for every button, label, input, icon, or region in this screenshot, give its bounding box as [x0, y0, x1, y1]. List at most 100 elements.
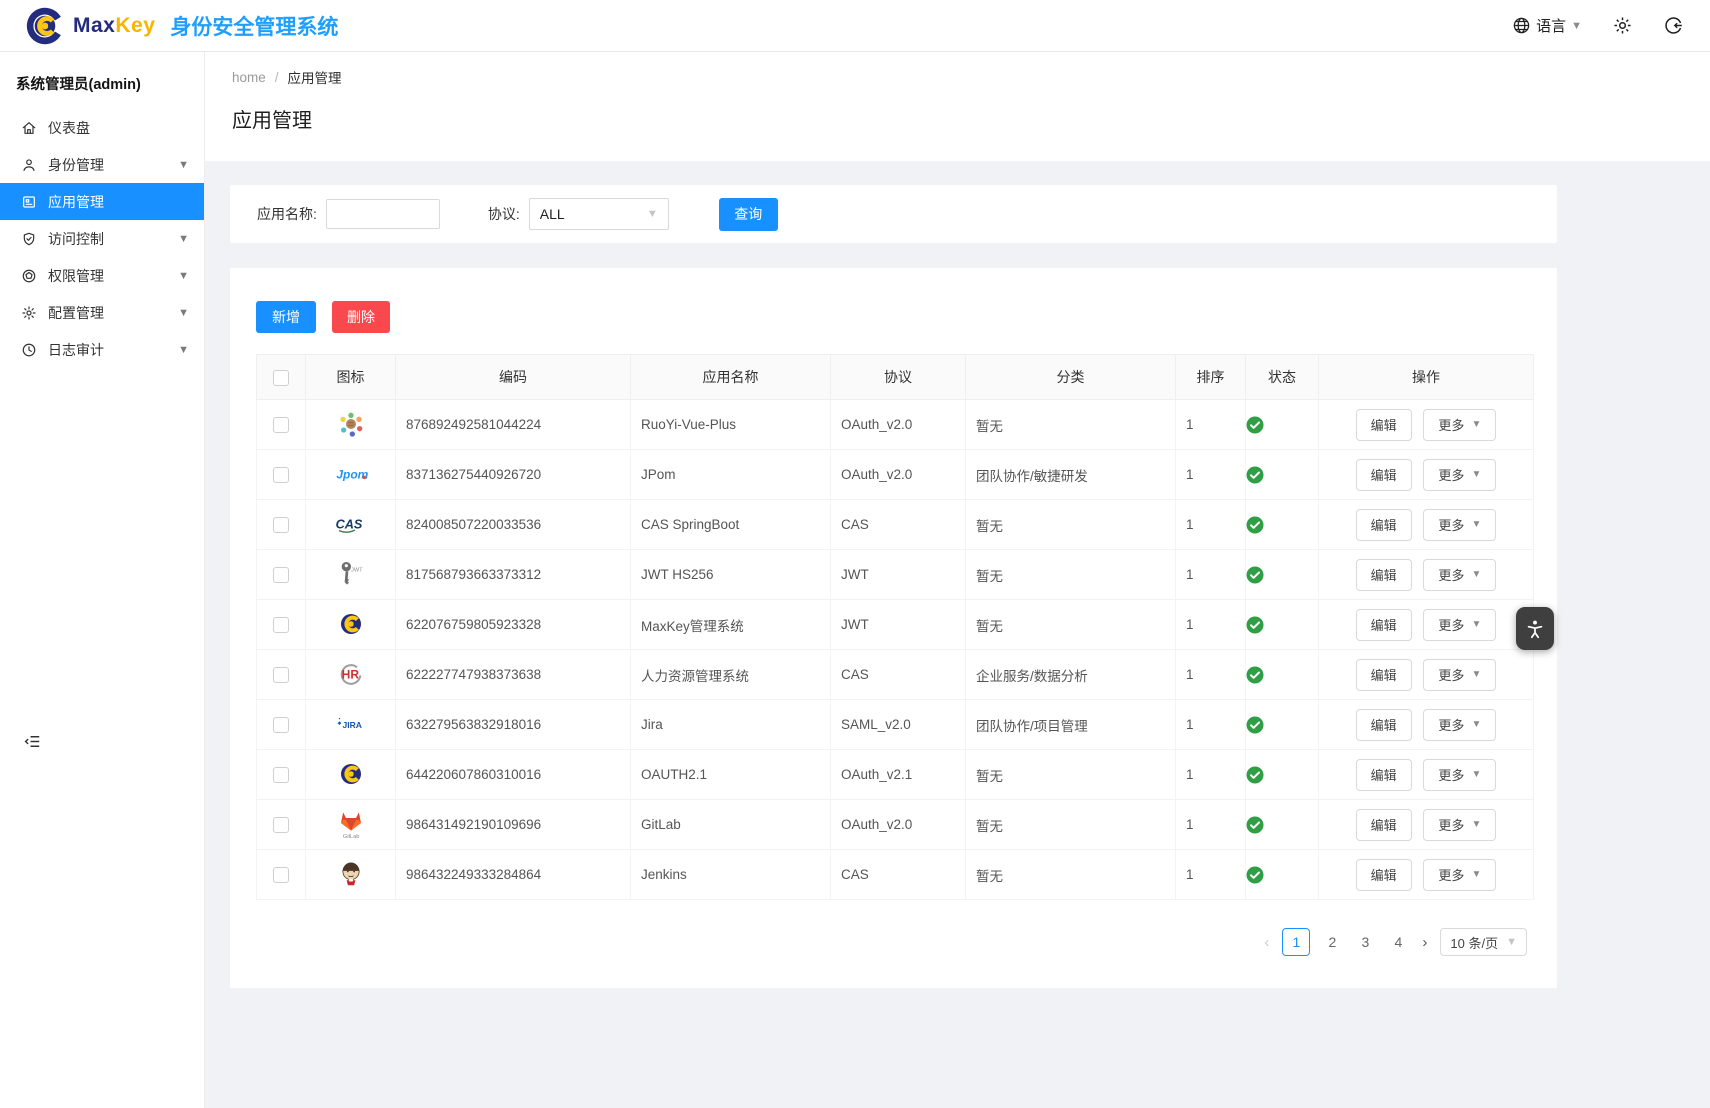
column-header: 排序	[1176, 355, 1246, 400]
app-sort: 1	[1176, 450, 1246, 500]
breadcrumb-home[interactable]: home	[232, 70, 266, 85]
app-protocol: OAuth_v2.0	[831, 800, 966, 850]
page-button-3[interactable]: 3	[1354, 928, 1376, 956]
select-all-cell	[257, 355, 306, 400]
chevron-right-icon[interactable]: ›	[1420, 934, 1429, 951]
row-checkbox[interactable]	[273, 617, 289, 633]
chevron-down-icon: ▼	[1471, 619, 1481, 630]
edit-button[interactable]: 编辑	[1356, 509, 1412, 541]
maxkey-icon	[334, 756, 368, 792]
accessibility-widget[interactable]	[1516, 607, 1554, 650]
app-protocol: JWT	[831, 550, 966, 600]
menu-fold-icon[interactable]	[23, 732, 42, 751]
chevron-left-icon[interactable]: ‹	[1262, 934, 1271, 951]
edit-button[interactable]: 编辑	[1356, 809, 1412, 841]
row-checkbox[interactable]	[273, 717, 289, 733]
table-row: JIRA 632279563832918016 Jira SAML_v2.0 团…	[257, 700, 1534, 750]
edit-button[interactable]: 编辑	[1356, 609, 1412, 641]
more-button[interactable]: 更多▼	[1423, 759, 1496, 791]
sidebar-item-apps[interactable]: 应用管理	[0, 183, 204, 220]
settings-button[interactable]	[1612, 15, 1633, 36]
search-panel: 应用名称: 协议: ALL ▼ 查询	[230, 185, 1557, 243]
clock-icon	[21, 342, 37, 358]
edit-button[interactable]: 编辑	[1356, 859, 1412, 891]
app-sort: 1	[1176, 750, 1246, 800]
sidebar-item-dashboard[interactable]: 仪表盘	[0, 109, 204, 146]
app-protocol: OAuth_v2.0	[831, 450, 966, 500]
app-name-input[interactable]	[326, 199, 440, 229]
row-checkbox[interactable]	[273, 767, 289, 783]
table-panel: 新增 删除 图标编码应用名称协议分类排序状态操作 876892492581044…	[230, 268, 1557, 988]
app-code: 986432249333284864	[396, 850, 631, 900]
gear-icon	[1612, 15, 1633, 36]
table-row: Jpom 837136275440926720 JPom OAuth_v2.0 …	[257, 450, 1534, 500]
query-button[interactable]: 查询	[719, 198, 778, 231]
check-circle-icon	[1246, 716, 1318, 734]
sidebar-item-access[interactable]: 访问控制 ▼	[0, 220, 204, 257]
edit-button[interactable]: 编辑	[1356, 709, 1412, 741]
more-button[interactable]: 更多▼	[1423, 659, 1496, 691]
edit-button[interactable]: 编辑	[1356, 759, 1412, 791]
page-size-select[interactable]: 10 条/页 ▼	[1440, 928, 1527, 956]
row-checkbox[interactable]	[273, 467, 289, 483]
chevron-down-icon: ▼	[1471, 869, 1481, 880]
breadcrumb-current: 应用管理	[288, 67, 342, 87]
shield-check-icon	[21, 231, 37, 247]
page-button-2[interactable]: 2	[1321, 928, 1343, 956]
sidebar-item-audit[interactable]: 日志审计 ▼	[0, 331, 204, 368]
more-button[interactable]: 更多▼	[1423, 559, 1496, 591]
more-button[interactable]: 更多▼	[1423, 809, 1496, 841]
add-button[interactable]: 新增	[256, 301, 316, 333]
app-code: 644220607860310016	[396, 750, 631, 800]
delete-button[interactable]: 删除	[332, 301, 390, 333]
edit-button[interactable]: 编辑	[1356, 409, 1412, 441]
edit-button[interactable]: 编辑	[1356, 659, 1412, 691]
sidebar-item-label: 权限管理	[48, 266, 104, 286]
app-protocol: SAML_v2.0	[831, 700, 966, 750]
select-all-checkbox[interactable]	[273, 370, 289, 386]
pagination: ‹ 1234 › 10 条/页 ▼	[256, 928, 1533, 956]
app-sort: 1	[1176, 800, 1246, 850]
edit-button[interactable]: 编辑	[1356, 559, 1412, 591]
row-checkbox[interactable]	[273, 867, 289, 883]
app-name: JPom	[631, 450, 831, 500]
more-button[interactable]: 更多▼	[1423, 509, 1496, 541]
logout-button[interactable]	[1663, 15, 1684, 36]
app-category: 暂无	[966, 600, 1176, 650]
row-checkbox[interactable]	[273, 417, 289, 433]
row-checkbox[interactable]	[273, 667, 289, 683]
sidebar-menu: 仪表盘 身份管理 ▼ 应用管理 访问控制 ▼ 权限管理 ▼ 配置管理 ▼ 日志审…	[0, 109, 204, 368]
page-button-1[interactable]: 1	[1282, 928, 1310, 956]
row-checkbox[interactable]	[273, 517, 289, 533]
protocol-label: 协议:	[488, 204, 520, 224]
app-sort: 1	[1176, 650, 1246, 700]
sidebar-item-label: 访问控制	[48, 229, 104, 249]
maxkey-logo-icon	[26, 7, 64, 45]
check-circle-icon	[1246, 766, 1318, 784]
protocol-select[interactable]: ALL ▼	[529, 198, 669, 230]
edit-button[interactable]: 编辑	[1356, 459, 1412, 491]
more-button[interactable]: 更多▼	[1423, 709, 1496, 741]
hr-icon: HR	[334, 656, 368, 692]
more-button[interactable]: 更多▼	[1423, 409, 1496, 441]
more-button[interactable]: 更多▼	[1423, 609, 1496, 641]
sidebar-item-identity[interactable]: 身份管理 ▼	[0, 146, 204, 183]
check-circle-icon	[1246, 816, 1318, 834]
app-category: 团队协作/敏捷研发	[966, 450, 1176, 500]
gitlab-icon: GitLab	[334, 805, 368, 841]
page-title: 应用管理	[232, 104, 1710, 133]
sidebar-item-config[interactable]: 配置管理 ▼	[0, 294, 204, 331]
sidebar-item-permission[interactable]: 权限管理 ▼	[0, 257, 204, 294]
chevron-down-icon: ▼	[1471, 819, 1481, 830]
app-code: 986431492190109696	[396, 800, 631, 850]
chevron-down-icon: ▼	[1571, 20, 1582, 32]
row-checkbox[interactable]	[273, 567, 289, 583]
svg-text:GitLab: GitLab	[342, 834, 359, 840]
current-user-label: 系统管理员(admin)	[0, 52, 204, 109]
page-button-4[interactable]: 4	[1387, 928, 1409, 956]
more-button[interactable]: 更多▼	[1423, 459, 1496, 491]
row-checkbox[interactable]	[273, 817, 289, 833]
app-sort: 1	[1176, 550, 1246, 600]
language-switcher[interactable]: 语言 ▼	[1512, 15, 1582, 36]
more-button[interactable]: 更多▼	[1423, 859, 1496, 891]
